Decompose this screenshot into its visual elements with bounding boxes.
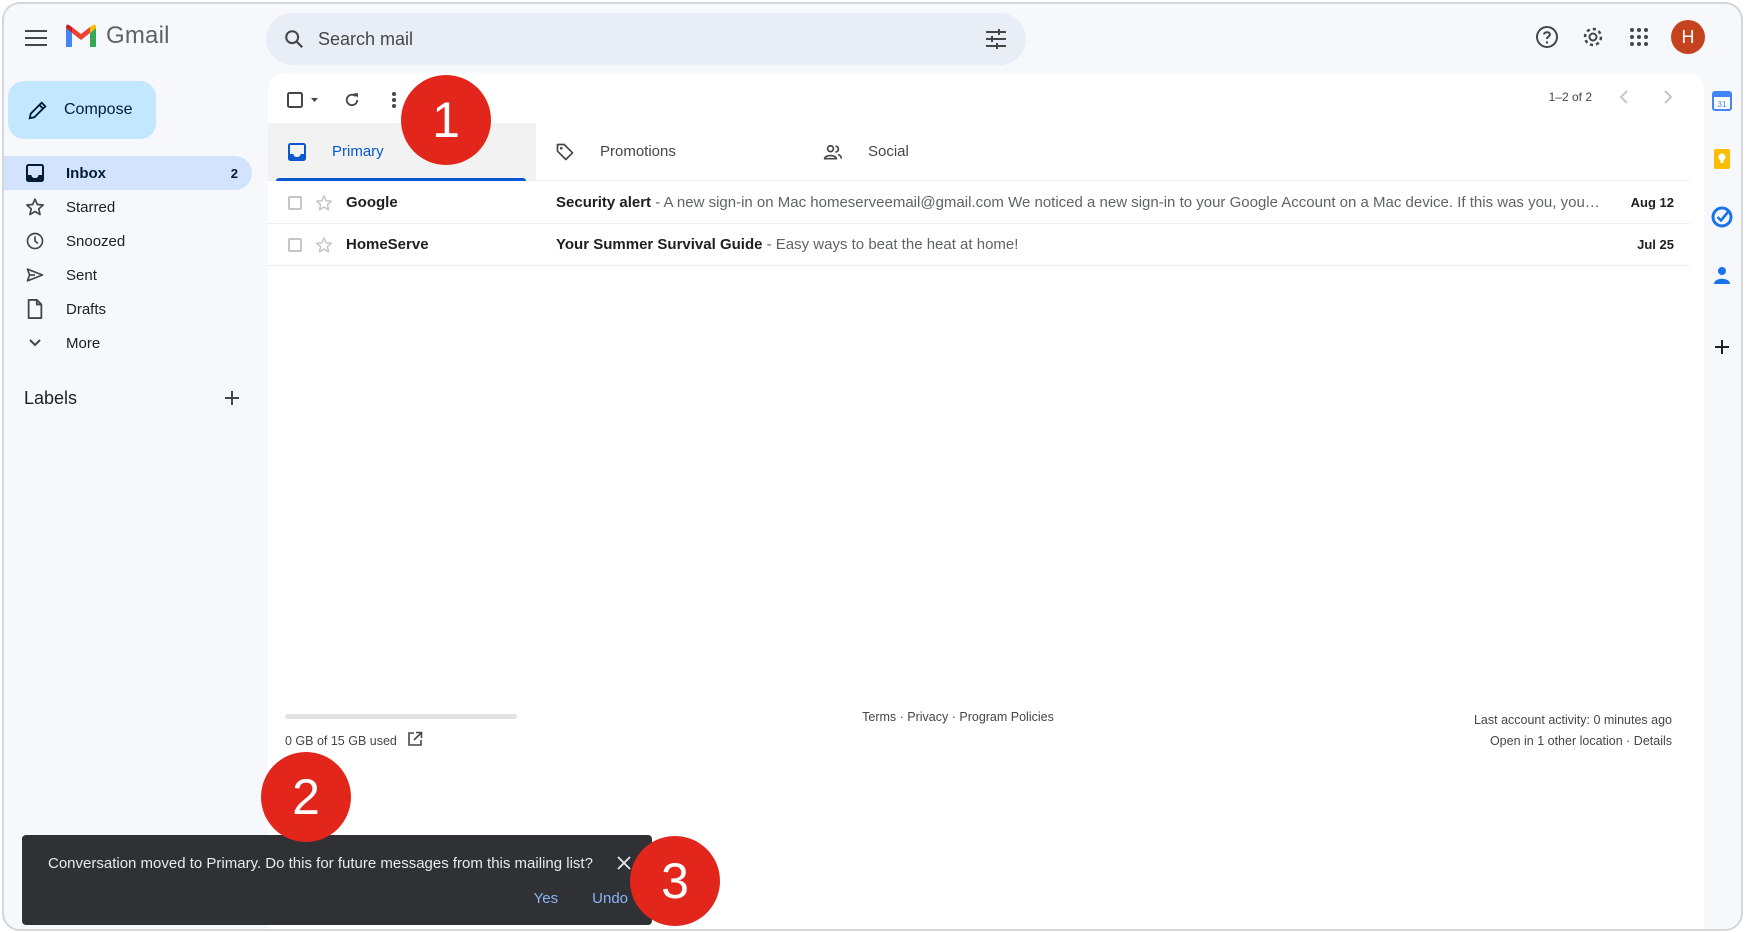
external-link-icon[interactable] xyxy=(407,731,423,750)
last-activity-text: Last account activity: 0 minutes ago xyxy=(1473,713,1672,727)
row-checkbox[interactable] xyxy=(288,195,302,210)
refresh-icon[interactable] xyxy=(338,86,366,114)
tag-icon xyxy=(554,141,576,163)
labels-title: Labels xyxy=(24,387,78,408)
snackbar-actions: Yes Undo xyxy=(534,890,628,907)
email-subject: Your Summer Survival Guide xyxy=(556,236,763,253)
star-icon[interactable] xyxy=(314,193,334,213)
undo-button[interactable]: Undo xyxy=(592,890,628,907)
sidebar-item-label: Drafts xyxy=(66,300,107,318)
settings-gear-icon[interactable] xyxy=(1577,21,1609,53)
mail-toolbar xyxy=(284,85,408,115)
sidebar-item-starred[interactable]: Starred xyxy=(4,190,252,224)
compose-label: Compose xyxy=(64,101,133,118)
tab-promotions[interactable]: Promotions xyxy=(536,123,804,180)
gmail-logo[interactable]: Gmail xyxy=(64,22,170,50)
email-content: Your Summer Survival Guide - Easy ways t… xyxy=(556,236,1600,253)
email-list: Google Security alert - A new sign-in on… xyxy=(268,182,1690,266)
snackbar-message: Conversation moved to Primary. Do this f… xyxy=(48,855,593,872)
tab-label: Social xyxy=(868,143,909,160)
send-icon xyxy=(24,264,46,286)
inbox-icon xyxy=(24,162,46,184)
star-icon[interactable] xyxy=(314,235,334,255)
mail-list-panel: 1–2 of 2 Primary Promotions Social Googl… xyxy=(268,73,1704,929)
email-sender: Google xyxy=(346,194,398,211)
sidebar-item-label: Sent xyxy=(66,266,97,284)
search-bar xyxy=(266,13,1026,65)
contacts-icon[interactable] xyxy=(1709,262,1735,288)
add-addon-icon[interactable] xyxy=(1709,334,1735,360)
star-icon xyxy=(24,196,46,218)
email-date: Aug 12 xyxy=(1630,195,1674,210)
sidebar-item-snoozed[interactable]: Snoozed xyxy=(4,224,252,258)
pagination: 1–2 of 2 xyxy=(1549,85,1680,109)
help-icon[interactable] xyxy=(1531,21,1563,53)
inbox-icon xyxy=(286,141,308,163)
search-options-icon[interactable] xyxy=(982,25,1010,53)
email-sender: HomeServe xyxy=(346,236,429,253)
app-name: Gmail xyxy=(106,22,170,49)
pagination-text: 1–2 of 2 xyxy=(1548,90,1592,104)
unread-count: 2 xyxy=(230,165,238,181)
annotation-marker-1: 1 xyxy=(401,75,491,165)
sidebar-item-drafts[interactable]: Drafts xyxy=(4,292,252,326)
svg-text:31: 31 xyxy=(1718,100,1727,109)
email-snippet: - A new sign-in on Mac homeserveemail@gm… xyxy=(655,194,1600,211)
storage-bar xyxy=(285,714,517,719)
account-avatar[interactable]: H xyxy=(1671,20,1705,54)
chevron-down-icon xyxy=(24,332,46,354)
email-row[interactable]: Google Security alert - A new sign-in on… xyxy=(268,182,1690,224)
account-activity: Last account activity: 0 minutes ago Ope… xyxy=(1474,710,1672,752)
pencil-icon xyxy=(26,98,50,122)
hamburger-icon xyxy=(25,30,47,46)
sidebar-item-label: More xyxy=(66,334,101,352)
tab-social[interactable]: Social xyxy=(804,123,1072,180)
keep-icon[interactable] xyxy=(1709,146,1735,172)
add-label-icon[interactable] xyxy=(220,386,244,410)
gmail-m-icon xyxy=(66,24,96,47)
main-menu-button[interactable] xyxy=(20,22,52,54)
email-snippet: - Easy ways to beat the heat at home! xyxy=(762,236,1019,253)
tab-label: Primary xyxy=(332,143,384,160)
sidebar-item-label: Starred xyxy=(66,198,116,216)
apps-grid-icon[interactable] xyxy=(1623,21,1655,53)
sidebar-item-sent[interactable]: Sent xyxy=(4,258,252,292)
search-input[interactable] xyxy=(318,28,938,50)
snackbar-notification: Conversation moved to Primary. Do this f… xyxy=(22,835,652,925)
sidebar-item-inbox[interactable]: Inbox 2 xyxy=(4,156,252,190)
side-panel: 31 xyxy=(1707,88,1737,392)
calendar-icon[interactable]: 31 xyxy=(1709,88,1735,114)
select-all-checkbox[interactable] xyxy=(284,86,324,114)
email-row[interactable]: HomeServe Your Summer Survival Guide - E… xyxy=(268,224,1690,266)
email-date: Jul 25 xyxy=(1637,237,1674,252)
draft-icon xyxy=(24,298,46,320)
sidebar-item-label: Snoozed xyxy=(66,232,126,250)
sidebar-item-label: Inbox xyxy=(66,164,106,182)
annotation-marker-3: 3 xyxy=(630,836,720,926)
tab-label: Promotions xyxy=(600,143,676,160)
clock-icon xyxy=(24,230,46,252)
yes-button[interactable]: Yes xyxy=(534,890,558,907)
row-checkbox[interactable] xyxy=(288,237,302,252)
activity-details-link[interactable]: Open in 1 other location · Details xyxy=(1474,731,1672,752)
storage-text: 0 GB of 15 GB used xyxy=(285,733,397,748)
email-content: Security alert - A new sign-in on Mac ho… xyxy=(556,194,1600,211)
search-icon[interactable] xyxy=(280,25,308,53)
compose-button[interactable]: Compose xyxy=(8,81,156,139)
tasks-icon[interactable] xyxy=(1709,204,1735,230)
sidebar-item-more[interactable]: More xyxy=(4,326,252,360)
storage-meter: 0 GB of 15 GB used xyxy=(285,714,517,750)
footer-links[interactable]: Terms · Privacy · Program Policies xyxy=(768,710,1148,724)
previous-page-icon[interactable] xyxy=(1612,85,1636,109)
top-right-actions: H xyxy=(1531,20,1705,54)
next-page-icon[interactable] xyxy=(1656,85,1680,109)
people-icon xyxy=(822,141,844,163)
sidebar-nav: Inbox 2 Starred Snoozed Sent Drafts More xyxy=(4,156,252,360)
email-subject: Security alert xyxy=(556,194,652,211)
labels-header: Labels xyxy=(24,386,244,410)
annotation-marker-2: 2 xyxy=(261,752,351,842)
